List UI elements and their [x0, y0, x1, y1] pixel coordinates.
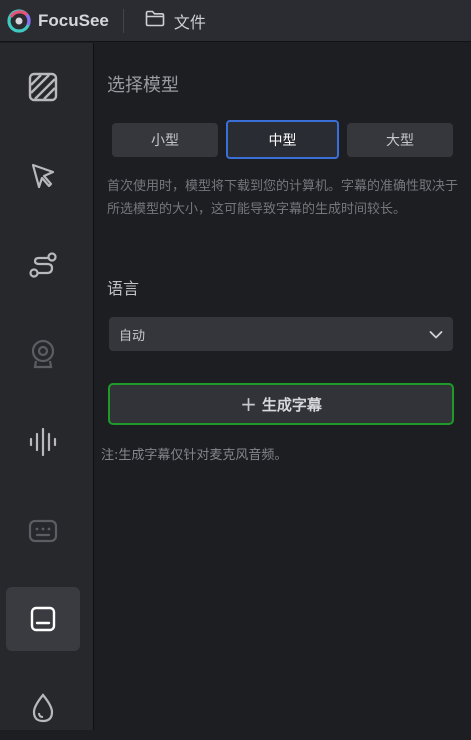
title-bar: FocuSee 文件	[0, 0, 471, 42]
webcam-icon	[27, 338, 59, 370]
model-large-button[interactable]: 大型	[347, 123, 453, 157]
keyboard-icon	[27, 515, 59, 547]
focusee-logo-icon	[6, 8, 32, 34]
section-title-model: 选择模型	[107, 75, 179, 96]
sidebar-item-path[interactable]	[6, 233, 80, 297]
microphone-note: 注:生成字幕仅针对麦克风音频。	[101, 448, 288, 463]
chevron-down-icon	[429, 325, 443, 344]
file-menu-button[interactable]: 文件	[145, 9, 206, 33]
file-menu-label: 文件	[173, 12, 206, 32]
generate-captions-label: 生成字幕	[261, 395, 322, 414]
folder-icon	[145, 10, 165, 31]
sidebar-item-watermark[interactable]	[6, 676, 80, 740]
sidebar-item-keyboard[interactable]	[6, 499, 80, 563]
model-medium-button[interactable]: 中型	[226, 120, 339, 159]
cursor-icon	[28, 161, 58, 191]
path-animation-icon	[27, 249, 59, 281]
language-select-value: 自动	[119, 328, 146, 344]
sidebar-item-cursor[interactable]	[6, 144, 80, 208]
captions-panel: 选择模型 小型 中型 大型 首次使用时，模型将下载到您的计算机。字幕的准确性取决…	[95, 43, 471, 730]
title-divider	[122, 8, 124, 33]
brand-name: FocuSee	[38, 10, 109, 30]
sidebar-item-background[interactable]	[6, 55, 80, 119]
tool-sidebar	[0, 43, 94, 730]
generate-captions-button[interactable]: + 生成字幕	[108, 383, 454, 425]
language-select[interactable]: 自动	[109, 317, 453, 351]
watermark-drop-icon	[28, 692, 58, 724]
background-pattern-icon	[27, 71, 59, 103]
language-label: 语言	[107, 279, 140, 298]
model-small-button[interactable]: 小型	[112, 123, 218, 157]
plus-icon: +	[240, 392, 257, 416]
sidebar-item-camera[interactable]	[6, 322, 80, 386]
sidebar-item-captions[interactable]	[6, 587, 80, 651]
audio-waveform-icon	[27, 426, 59, 458]
sidebar-item-audio[interactable]	[6, 410, 80, 474]
captions-icon	[28, 604, 58, 634]
model-description: 首次使用时，模型将下载到您的计算机。字幕的准确性取决于所选模型的大小，这可能导致…	[107, 179, 459, 217]
